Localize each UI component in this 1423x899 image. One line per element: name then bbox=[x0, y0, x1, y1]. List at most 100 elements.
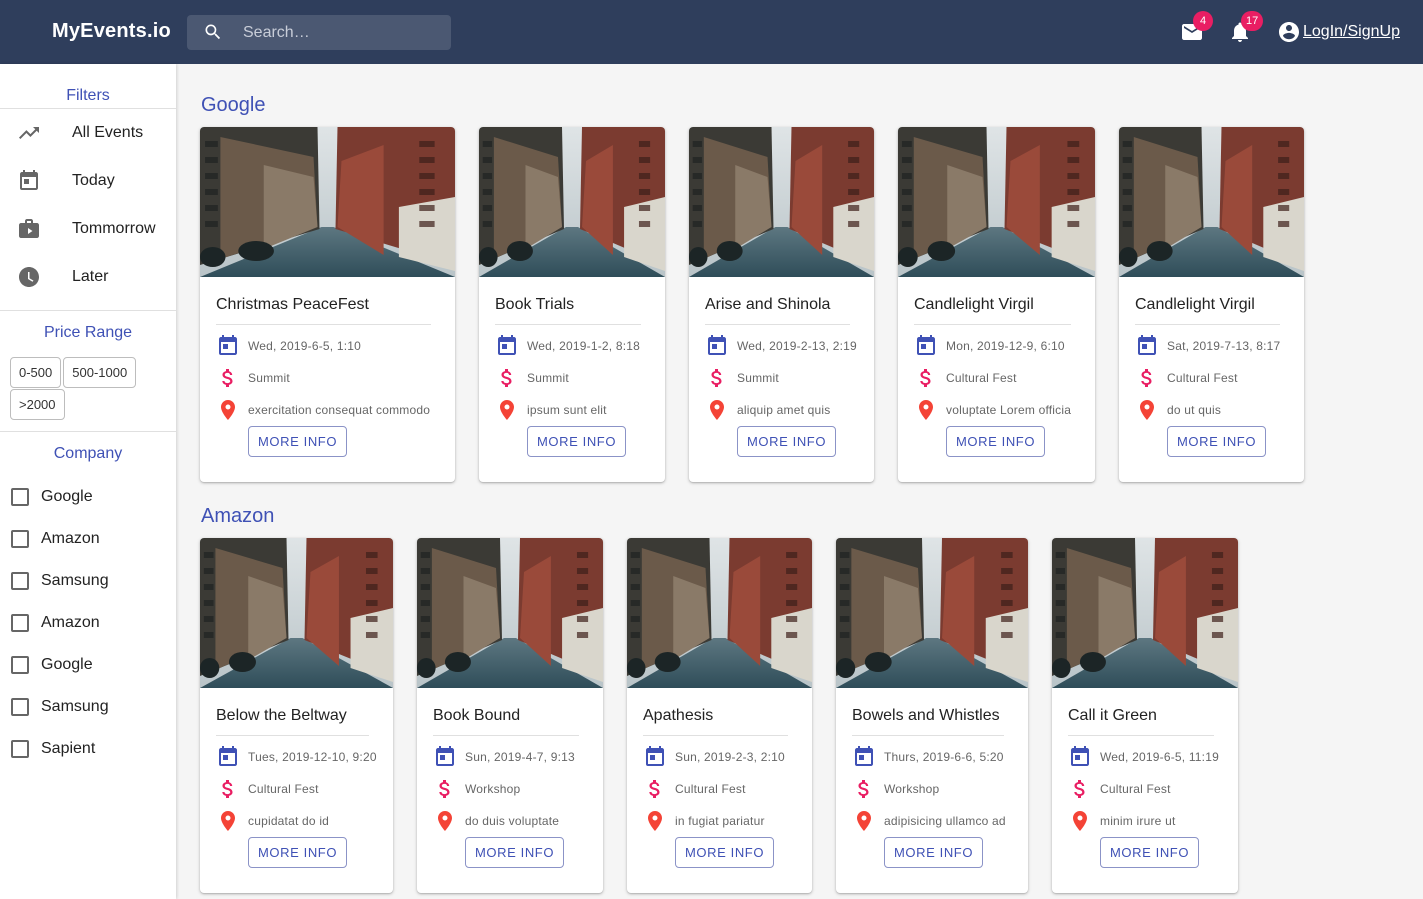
company-checkbox[interactable] bbox=[11, 530, 29, 548]
filter-item-all-events[interactable]: All Events bbox=[0, 109, 176, 157]
account-circle-icon bbox=[1279, 22, 1299, 42]
event-type-row: Cultural Fest bbox=[216, 778, 319, 800]
price-range-button[interactable]: 0-500 bbox=[10, 357, 62, 388]
filter-item-today[interactable]: Today bbox=[0, 157, 176, 205]
dollar-icon bbox=[858, 780, 869, 798]
event-card: Arise and Shinola Wed, 2019-2-13, 2:19 Sum… bbox=[689, 127, 874, 482]
divider bbox=[1068, 735, 1214, 736]
event-card: Call it Green Wed, 2019-6-5, 11:19 Cultura… bbox=[1052, 538, 1238, 893]
event-date-row: Sun, 2019-4-7, 9:13 bbox=[433, 746, 575, 768]
filter-item-label: Tommorrow bbox=[72, 220, 156, 237]
company-filter-item[interactable]: Amazon bbox=[0, 602, 176, 644]
event-title: Arise and Shinola bbox=[705, 296, 831, 313]
more-info-button[interactable]: MORE INFO bbox=[527, 426, 627, 457]
dollar-icon bbox=[222, 369, 233, 387]
mail-button[interactable]: 4 bbox=[1180, 11, 1213, 44]
event-location-row: do duis voluptate bbox=[433, 810, 559, 832]
company-checkbox[interactable] bbox=[11, 698, 29, 716]
search-input[interactable] bbox=[243, 15, 443, 50]
event-photo bbox=[1119, 127, 1304, 277]
event-calendar-icon bbox=[1071, 746, 1089, 766]
dollar-icon bbox=[501, 369, 512, 387]
company-list: Google Amazon Samsung Amazon Google Samsung Sa… bbox=[0, 476, 176, 770]
event-image bbox=[200, 127, 455, 277]
event-location: ipsum sunt elit bbox=[527, 403, 607, 417]
event-card: Bowels and Whistles Thurs, 2019-6-6, 5:20… bbox=[836, 538, 1028, 893]
login-button[interactable]: LogIn/SignUp bbox=[1277, 20, 1400, 44]
event-title: Call it Green bbox=[1068, 707, 1157, 724]
event-date-row: Wed, 2019-1-2, 8:18 bbox=[495, 335, 640, 357]
filter-item-label: Today bbox=[72, 172, 115, 189]
dollar-icon bbox=[439, 780, 450, 798]
event-type-row: Cultural Fest bbox=[643, 778, 746, 800]
event-calendar-icon bbox=[1138, 335, 1156, 355]
more-info-button[interactable]: MORE INFO bbox=[1100, 837, 1200, 868]
group-title: Amazon bbox=[201, 505, 275, 527]
location-pin-icon bbox=[221, 400, 235, 420]
location-pin-icon bbox=[919, 400, 933, 420]
event-card: Book Bound Sun, 2019-4-7, 9:13 Workshop do … bbox=[417, 538, 603, 893]
event-image bbox=[200, 538, 393, 688]
divider bbox=[216, 324, 431, 325]
company-filter-item[interactable]: Samsung bbox=[0, 686, 176, 728]
filter-item-later[interactable]: Later bbox=[0, 253, 176, 301]
event-image bbox=[836, 538, 1028, 688]
event-card: Candlelight Virgil Sat, 2019-7-13, 8:17 Cu… bbox=[1119, 127, 1304, 482]
search-box[interactable] bbox=[187, 15, 451, 50]
more-info-button[interactable]: MORE INFO bbox=[737, 426, 837, 457]
more-info-button[interactable]: MORE INFO bbox=[675, 837, 775, 868]
more-info-button[interactable]: MORE INFO bbox=[248, 426, 348, 457]
notifications-button[interactable]: 17 bbox=[1228, 11, 1264, 44]
company-filter-item[interactable]: Google bbox=[0, 476, 176, 518]
company-filter-item[interactable]: Sapient bbox=[0, 728, 176, 770]
divider bbox=[705, 324, 850, 325]
company-label: Google bbox=[41, 488, 93, 505]
event-photo bbox=[200, 127, 455, 277]
company-checkbox[interactable] bbox=[11, 740, 29, 758]
event-title: Bowels and Whistles bbox=[852, 707, 1000, 724]
event-date: Wed, 2019-1-2, 8:18 bbox=[527, 339, 640, 353]
more-info-button[interactable]: MORE INFO bbox=[884, 837, 984, 868]
company-label: Samsung bbox=[41, 572, 109, 589]
event-location: aliquip amet quis bbox=[737, 403, 831, 417]
event-location-row: in fugiat pariatur bbox=[643, 810, 765, 832]
event-date-row: Wed, 2019-2-13, 2:19 bbox=[705, 335, 857, 357]
event-date-row: Tues, 2019-12-10, 9:20 bbox=[216, 746, 377, 768]
event-location: exercitation consequat commodo bbox=[248, 403, 431, 417]
more-info-button[interactable]: MORE INFO bbox=[248, 837, 348, 868]
company-checkbox[interactable] bbox=[11, 488, 29, 506]
divider bbox=[433, 735, 579, 736]
company-checkbox[interactable] bbox=[11, 572, 29, 590]
event-type: Workshop bbox=[465, 782, 521, 796]
event-date-row: Mon, 2019-12-9, 6:10 bbox=[914, 335, 1065, 357]
event-type: Summit bbox=[737, 371, 779, 385]
event-photo bbox=[200, 538, 393, 688]
price-range-button[interactable]: 500-1000 bbox=[63, 357, 137, 388]
event-type-row: Summit bbox=[216, 367, 290, 389]
more-info-button[interactable]: MORE INFO bbox=[946, 426, 1046, 457]
filter-item-tommorrow[interactable]: Tommorrow bbox=[0, 205, 176, 253]
event-date: Wed, 2019-2-13, 2:19 bbox=[737, 339, 857, 353]
event-location: minim irure ut bbox=[1100, 814, 1176, 828]
company-filter-item[interactable]: Samsung bbox=[0, 560, 176, 602]
event-date-row: Sat, 2019-7-13, 8:17 bbox=[1135, 335, 1280, 357]
mail-badge: 4 bbox=[1193, 11, 1213, 31]
price-range-button[interactable]: >2000 bbox=[10, 389, 65, 420]
app-title[interactable]: MyEvents.io bbox=[52, 20, 171, 43]
event-image bbox=[479, 127, 665, 277]
event-type-row: Workshop bbox=[433, 778, 520, 800]
company-checkbox[interactable] bbox=[11, 656, 29, 674]
more-info-button[interactable]: MORE INFO bbox=[1167, 426, 1267, 457]
search-icon bbox=[205, 24, 221, 40]
company-label: Google bbox=[41, 656, 93, 673]
company-label: Samsung bbox=[41, 698, 109, 715]
company-checkbox[interactable] bbox=[11, 614, 29, 632]
event-card: Christmas PeaceFest Wed, 2019-6-5, 1:10 Su… bbox=[200, 127, 455, 482]
event-calendar-icon bbox=[855, 746, 873, 766]
more-info-button[interactable]: MORE INFO bbox=[465, 837, 565, 868]
company-filter-item[interactable]: Amazon bbox=[0, 518, 176, 560]
event-location-row: ipsum sunt elit bbox=[495, 399, 607, 421]
company-filter-item[interactable]: Google bbox=[0, 644, 176, 686]
filter-item-label: Later bbox=[72, 268, 109, 285]
location-pin-icon bbox=[1140, 400, 1154, 420]
